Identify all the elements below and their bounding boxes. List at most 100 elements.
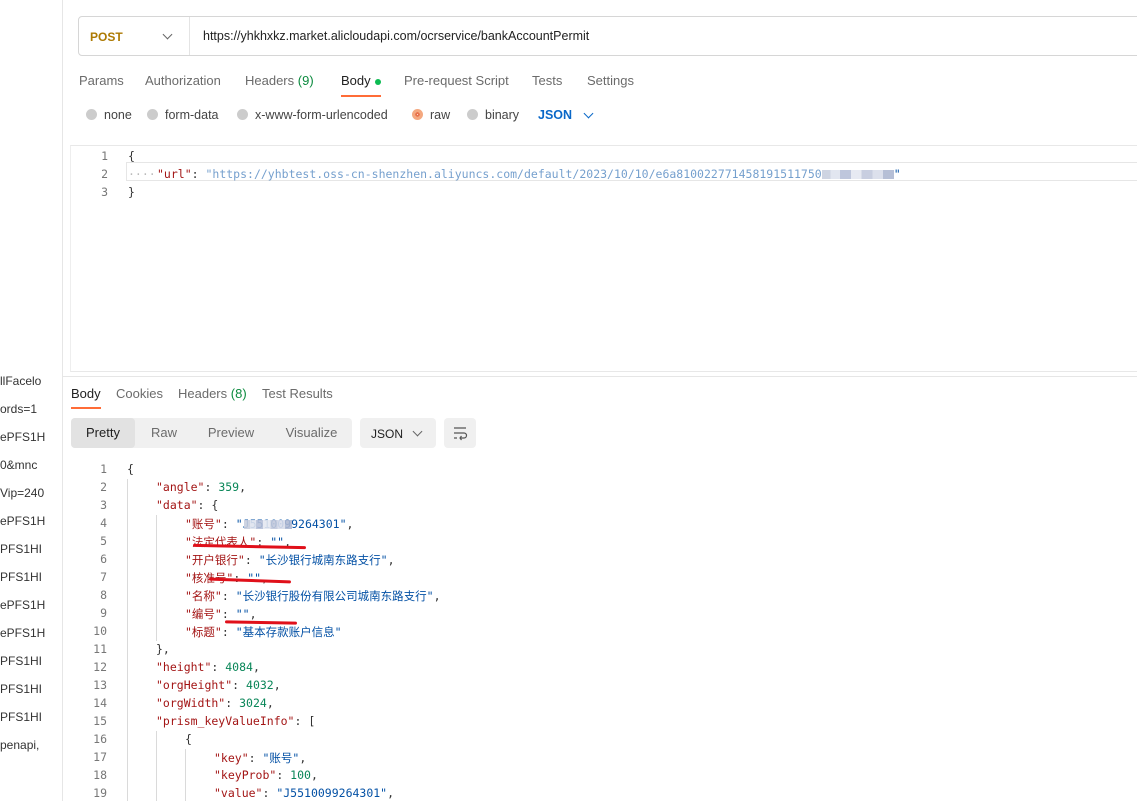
url-input[interactable]: https://yhkhxkz.market.alicloudapi.com/o… [203,29,589,43]
line-number: 12 [93,660,107,674]
tab-headers-label: Headers [245,73,295,88]
tab-body-label: Body [341,73,371,88]
json-colon: : [232,678,247,692]
code-brace: { [185,732,192,746]
code-line: "orgHeight": 4032, [156,678,281,692]
radio-raw[interactable]: raw [412,108,450,122]
response-tab-body[interactable]: Body [71,386,101,409]
json-colon: : [204,480,219,494]
json-colon: : [221,625,236,639]
response-tab-cookies[interactable]: Cookies [116,386,163,401]
line-number: 11 [93,642,107,656]
code-brace: { [128,149,135,163]
json-comma: , [239,480,247,494]
line-number: 13 [93,678,107,692]
sidebar-item[interactable]: PFS1HI [0,570,42,584]
json-key: "data" [156,498,198,512]
response-format-select[interactable]: JSON [360,418,436,448]
sidebar-item[interactable]: PFS1HI [0,542,42,556]
sidebar-item[interactable]: Vip=240 [0,486,44,500]
line-number: 7 [100,570,107,584]
json-number: 100 [290,768,311,782]
json-colon: : [197,498,212,512]
line-number: 10 [93,624,107,638]
json-colon: : [225,696,240,710]
json-comma: , [346,517,354,531]
json-key: "url" [157,167,192,181]
sidebar-item[interactable]: ords=1 [0,402,37,416]
json-key: "height" [156,660,212,674]
json-comma: , [387,786,395,800]
sidebar-item[interactable]: ePFS1H [0,626,45,640]
json-key: "名称" [185,589,222,603]
sidebar-item[interactable]: PFS1HI [0,654,42,668]
json-comma: , [310,768,318,782]
chevron-down-icon [412,426,423,437]
view-visualize-button[interactable]: Visualize [275,418,348,448]
sidebar-item[interactable]: PFS1HI [0,710,42,724]
code-line: "账号": "J5510099264301", [185,516,353,532]
line-number: 1 [100,462,107,476]
line-number: 8 [100,588,107,602]
sidebar-item[interactable]: ePFS1H [0,598,45,612]
json-colon: : [211,660,226,674]
json-key: "value" [214,786,263,800]
code-brace: }, [156,642,170,656]
response-tab-headers[interactable]: Headers (8) [178,386,247,401]
json-quote: " [893,167,901,181]
json-string: "基本存款账户信息" [235,625,342,639]
code-line: "标题": "基本存款账户信息" [185,624,342,640]
tab-body[interactable]: Body [341,73,381,97]
view-preview-button[interactable]: Preview [195,418,267,448]
indent-guide [156,515,157,641]
tab-settings[interactable]: Settings [587,73,634,88]
json-bracket: [ [308,714,316,728]
line-number: 18 [93,768,107,782]
tab-headers[interactable]: Headers (9) [245,73,314,88]
wrap-lines-button[interactable] [444,418,476,448]
json-comma: , [433,589,441,603]
json-string: "J5510099264301" [276,786,388,800]
view-pretty-button[interactable]: Pretty [71,418,135,448]
json-comma: , [273,678,281,692]
radio-none[interactable]: none [86,108,132,122]
sidebar-item[interactable]: penapi, [0,738,39,752]
code-line: "开户银行": "长沙银行城南东路支行", [185,552,395,568]
tab-params[interactable]: Params [79,73,124,88]
json-number: 4084 [225,660,253,674]
radio-selected-icon [412,109,423,120]
method-select[interactable]: POST [79,17,190,55]
sidebar-item[interactable]: ePFS1H [0,514,45,528]
tab-tests[interactable]: Tests [532,73,562,88]
json-colon: : [221,517,236,531]
radio-urlencoded[interactable]: x-www-form-urlencoded [237,108,388,122]
json-comma: , [249,607,257,621]
sidebar-item[interactable]: ePFS1H [0,430,45,444]
line-number: 1 [101,149,108,163]
line-number: 9 [100,606,107,620]
tab-authorization[interactable]: Authorization [145,73,221,88]
json-colon: : [248,751,263,765]
code-line: "编号": "", [185,606,257,622]
sidebar-item[interactable]: PFS1HI [0,682,42,696]
sidebar-item[interactable]: llFacelo [0,374,41,388]
code-line: "url": "https://yhbtest.oss-cn-shenzhen.… [157,167,901,181]
view-raw-button[interactable]: Raw [139,418,189,448]
response-tab-test-results[interactable]: Test Results [262,386,333,401]
body-format-select[interactable]: JSON [538,108,572,122]
sidebar-item[interactable]: 0&mnc [0,458,37,472]
json-comma: , [299,751,307,765]
line-number: 4 [100,516,107,530]
tab-prerequest-script[interactable]: Pre-request Script [404,73,509,88]
json-colon: : [244,553,259,567]
line-number: 2 [101,167,108,181]
json-colon: : [262,786,277,800]
body-format-label: JSON [538,108,573,122]
code-line: "key": "账号", [214,750,306,766]
radio-binary[interactable]: binary [467,108,519,122]
chevron-down-icon[interactable] [583,108,594,119]
request-url-bar: POST https://yhkhxkz.market.alicloudapi.… [78,16,1137,56]
radio-form-data[interactable]: form-data [147,108,219,122]
json-url-value: "https://yhbtest.oss-cn-shenzhen.aliyunc… [205,167,822,181]
code-line: "keyProb": 100, [214,768,318,782]
